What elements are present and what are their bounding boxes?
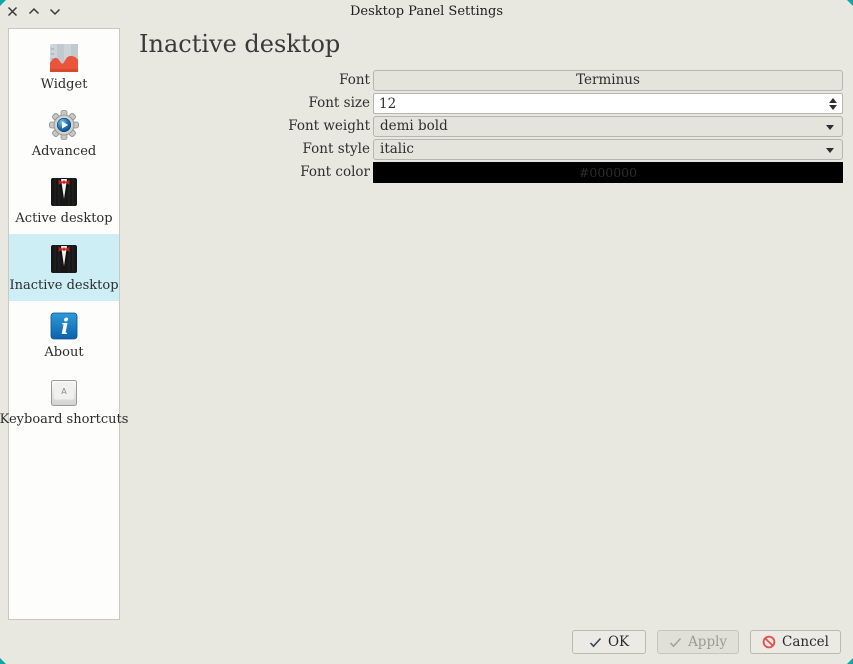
sidebar-item-advanced[interactable]: Advanced xyxy=(9,100,119,167)
close-icon[interactable] xyxy=(6,5,19,18)
chart-icon xyxy=(48,42,80,74)
check-icon xyxy=(669,637,682,648)
dialog-buttons: OK Apply Cancel xyxy=(572,630,841,654)
spinner-arrows[interactable] xyxy=(824,94,842,113)
cancel-button-label: Cancel xyxy=(782,634,829,650)
cancel-button[interactable]: Cancel xyxy=(750,630,841,654)
chevron-down-icon xyxy=(826,148,834,153)
titlebar: Desktop Panel Settings xyxy=(0,0,853,24)
sidebar-item-widget[interactable]: Widget xyxy=(9,33,119,100)
info-icon: i xyxy=(48,310,80,342)
sidebar-item-label: Advanced xyxy=(32,144,96,159)
sidebar-item-label: Active desktop xyxy=(15,211,112,226)
main-content: Inactive desktop Font Terminus Font size… xyxy=(130,28,843,183)
sidebar-item-about[interactable]: i About xyxy=(9,301,119,368)
sidebar-item-active-desktop[interactable]: Active desktop xyxy=(9,167,119,234)
shade-down-icon[interactable] xyxy=(48,5,61,18)
corner-accent xyxy=(847,0,853,6)
desktop-panel-settings-window: Desktop Panel Settings Widget xyxy=(0,0,853,664)
corner-accent xyxy=(0,0,6,6)
window-title: Desktop Panel Settings xyxy=(0,0,853,24)
font-color-label: Font color xyxy=(130,164,370,181)
font-settings-form: Font Terminus Font size Font weight demi… xyxy=(130,70,843,183)
font-weight-label: Font weight xyxy=(130,118,370,135)
font-weight-dropdown[interactable]: demi bold xyxy=(373,116,843,137)
font-style-label: Font style xyxy=(130,141,370,158)
tuxedo-icon xyxy=(48,243,80,275)
keyboard-key-icon: A xyxy=(48,377,80,409)
sidebar-item-label: Inactive desktop xyxy=(9,278,118,293)
ok-button-label: OK xyxy=(608,634,629,650)
font-size-spinner xyxy=(373,93,843,114)
font-picker-button[interactable]: Terminus xyxy=(373,70,843,91)
sidebar-item-inactive-desktop[interactable]: Inactive desktop xyxy=(9,234,119,301)
font-label: Font xyxy=(130,72,370,89)
apply-button[interactable]: Apply xyxy=(657,630,739,654)
svg-text:A: A xyxy=(61,387,67,396)
tuxedo-icon xyxy=(48,176,80,208)
ok-button[interactable]: OK xyxy=(572,630,646,654)
page-title: Inactive desktop xyxy=(139,30,843,58)
spinner-up-icon[interactable] xyxy=(829,98,837,103)
font-weight-value: demi bold xyxy=(380,118,448,134)
category-sidebar: Widget xyxy=(8,28,120,620)
corner-accent xyxy=(847,658,853,664)
corner-accent xyxy=(0,658,6,664)
svg-text:i: i xyxy=(61,314,69,339)
font-style-dropdown[interactable]: italic xyxy=(373,139,843,160)
apply-button-label: Apply xyxy=(688,634,727,650)
gear-icon xyxy=(48,109,80,141)
font-style-value: italic xyxy=(380,141,414,157)
spinner-down-icon[interactable] xyxy=(829,105,837,110)
font-size-input[interactable] xyxy=(374,94,824,113)
shade-up-icon[interactable] xyxy=(27,5,40,18)
font-size-label: Font size xyxy=(130,95,370,112)
sidebar-item-keyboard-shortcuts[interactable]: A Keyboard shortcuts xyxy=(9,368,119,435)
sidebar-item-label: Widget xyxy=(41,77,88,92)
font-color-swatch[interactable]: #000000 xyxy=(373,162,843,183)
chevron-down-icon xyxy=(826,125,834,130)
sidebar-item-label: Keyboard shortcuts xyxy=(0,412,128,427)
window-controls xyxy=(6,5,61,18)
cancel-icon xyxy=(762,635,776,649)
check-icon xyxy=(589,637,602,648)
sidebar-item-label: About xyxy=(44,345,83,360)
